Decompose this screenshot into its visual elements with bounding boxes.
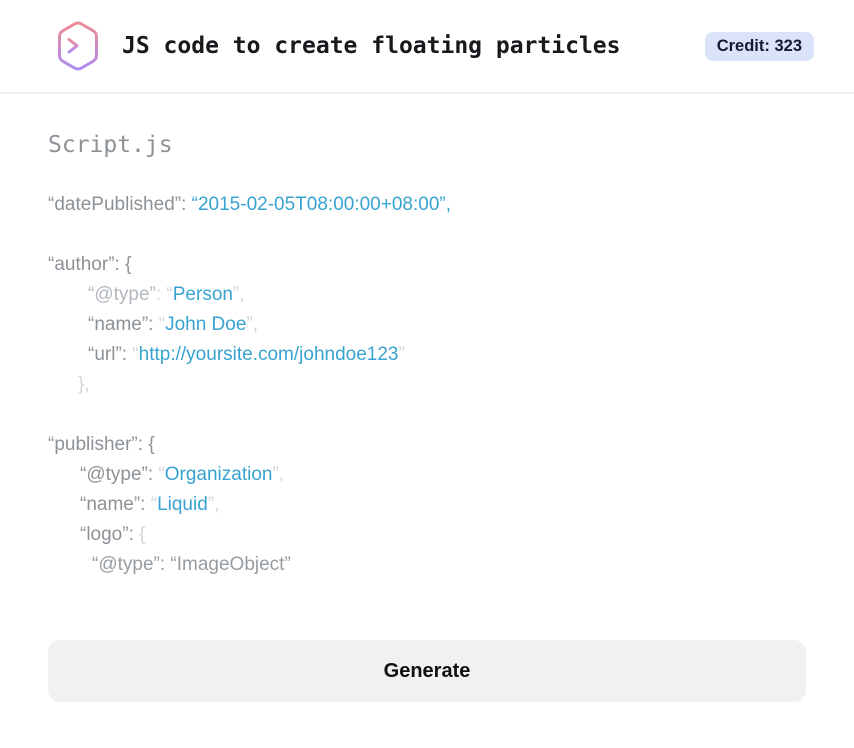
generate-button[interactable]: Generate <box>48 640 806 702</box>
code-line: “url”: “http://yoursite.com/johndoe123” <box>48 340 806 370</box>
code-block: “datePublished”: “2015-02-05T08:00:00+08… <box>48 190 806 580</box>
code-segment: Liquid <box>157 494 208 515</box>
script-filename: Script.js <box>48 132 173 158</box>
code-segment: Person <box>172 284 233 305</box>
code-segment: ” <box>398 344 405 365</box>
terminal-hexagon-icon <box>56 20 100 72</box>
code-segment: “2015-02-05T08:00:00+08:00”, <box>191 194 451 215</box>
code-line: “@type”: “Person”, <box>48 280 806 310</box>
code-segment: Organization <box>164 464 273 485</box>
code-line: “datePublished”: “2015-02-05T08:00:00+08… <box>48 190 806 220</box>
code-segment: }, <box>78 374 90 395</box>
code-segment: “@type”: “ImageObject” <box>92 554 291 575</box>
code-segment: “name”: <box>80 494 151 515</box>
header: JS code to create floating particles Cre… <box>0 0 854 94</box>
credit-badge: Credit: 323 <box>704 31 814 61</box>
code-segment: “url”: <box>88 344 133 365</box>
main-content: Script.js “datePublished”: “2015-02-05T0… <box>0 130 854 702</box>
code-line: “@type”: “ImageObject” <box>48 550 806 580</box>
code-segment: http://yoursite.com/johndoe123 <box>138 344 399 365</box>
code-segment: ”, <box>232 284 245 305</box>
code-segment: ”, <box>272 464 285 485</box>
code-segment: John Doe <box>165 314 247 335</box>
code-line: “name”: “John Doe”, <box>48 310 806 340</box>
code-line: “author”: { <box>48 250 806 280</box>
code-segment: : “ <box>155 284 173 305</box>
code-segment: “publisher”: { <box>48 434 155 455</box>
code-line: }, <box>48 370 806 400</box>
app-window: JS code to create floating particles Cre… <box>0 0 854 702</box>
code-segment: “@type”: <box>80 464 159 485</box>
code-segment: { <box>139 524 146 545</box>
code-segment: “name”: <box>88 314 159 335</box>
page-title: JS code to create floating particles <box>122 33 621 59</box>
code-segment: “@type” <box>88 284 156 305</box>
code-line: “@type”: “Organization”, <box>48 460 806 490</box>
code-line: “name”: “Liquid”, <box>48 490 806 520</box>
code-line: “logo”: { <box>48 520 806 550</box>
code-line: “publisher”: { <box>48 430 806 460</box>
code-segment: “logo”: <box>80 524 140 545</box>
code-segment: ”, <box>207 494 220 515</box>
code-segment: “datePublished”: <box>48 194 192 215</box>
code-segment: “author”: { <box>48 254 132 275</box>
code-segment: ”, <box>246 314 259 335</box>
